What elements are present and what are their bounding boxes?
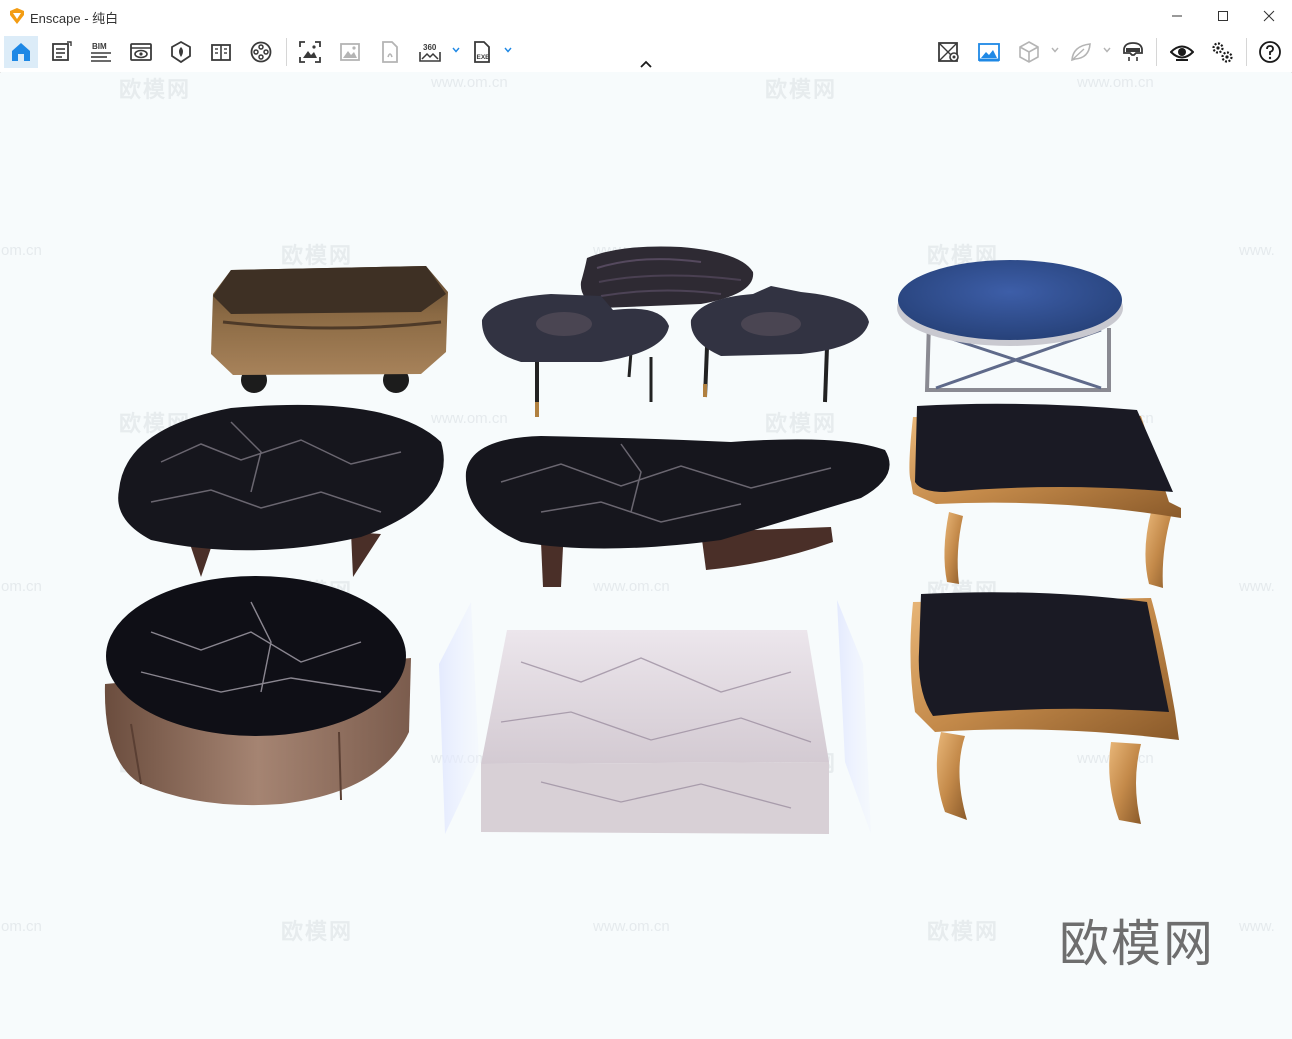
manual-button[interactable] — [204, 36, 238, 68]
eye-icon — [1170, 45, 1194, 61]
panorama-button[interactable]: 360 — [413, 36, 447, 68]
minimize-button[interactable] — [1154, 0, 1200, 32]
landscape-image-icon — [978, 43, 1000, 62]
bim-text: BIM — [92, 42, 107, 51]
collapse-toolbar-icon[interactable] — [638, 58, 654, 70]
home-icon — [12, 43, 30, 61]
image-icon — [340, 43, 360, 61]
help-button[interactable] — [1253, 36, 1287, 68]
help-icon — [1259, 41, 1281, 63]
cube-icon — [1019, 41, 1039, 63]
round-marble-drum-table[interactable] — [104, 576, 412, 806]
black-marble-kidney-table[interactable] — [465, 436, 890, 587]
book-icon — [211, 44, 231, 61]
chevron-down-icon[interactable] — [503, 45, 513, 55]
screenshot-button[interactable] — [293, 36, 327, 68]
file-icon — [382, 41, 398, 63]
chevron-down-icon[interactable] — [451, 45, 461, 55]
materials-button[interactable] — [164, 36, 198, 68]
vr-headset-icon — [1123, 42, 1143, 61]
pano-text: 360 — [423, 43, 437, 52]
maximize-button[interactable] — [1200, 0, 1246, 32]
panorama-360-icon: 360 — [419, 43, 441, 62]
watermark-logo: 欧模网 — [1059, 915, 1215, 973]
nesting-tables-set[interactable] — [481, 246, 869, 417]
light-view-button[interactable] — [1064, 36, 1098, 68]
views-button[interactable] — [124, 36, 158, 68]
toolbar-separator — [286, 38, 287, 66]
video-editor-button[interactable] — [244, 36, 278, 68]
white-marble-glass-table[interactable] — [439, 600, 871, 834]
batch-render-button[interactable] — [333, 36, 367, 68]
home-button[interactable] — [4, 36, 38, 68]
black-marble-oval-table[interactable] — [118, 404, 444, 577]
vr-headset-button[interactable] — [1116, 36, 1150, 68]
live-view-button[interactable] — [1165, 36, 1199, 68]
chevron-down-icon[interactable] — [1102, 45, 1112, 55]
render-viewport[interactable]: 欧模网 www.om.cn 欧模网 www.om.cn om.cn 欧模网 ww… — [1, 72, 1291, 1038]
exe-text: EXE — [477, 54, 491, 61]
chevron-down-icon[interactable] — [1050, 45, 1060, 55]
asset-library-button[interactable] — [44, 36, 78, 68]
app-name: Enscape — [30, 11, 81, 26]
scene-name: 纯白 — [92, 11, 119, 26]
settings-button[interactable] — [1205, 36, 1239, 68]
shield-leaf-icon — [171, 40, 191, 64]
minimize-icon — [1172, 15, 1182, 17]
bim-icon: BIM — [91, 42, 111, 62]
gears-icon — [1212, 42, 1233, 63]
view-mode-button[interactable] — [1012, 36, 1046, 68]
film-reel-icon — [250, 41, 272, 63]
screenshot-icon — [299, 41, 321, 63]
map-pin-icon — [938, 42, 959, 62]
title-bar: Enscape - 纯白 — [0, 0, 1292, 32]
enscape-logo-icon — [10, 8, 24, 24]
window-title: Enscape - 纯白 — [30, 8, 118, 27]
exe-file-icon: EXE — [474, 41, 491, 63]
furniture-scene — [104, 246, 1181, 834]
maximize-icon — [1218, 11, 1228, 21]
eye-window-icon — [130, 43, 152, 61]
blue-round-table[interactable] — [897, 260, 1123, 392]
asset-library-icon — [52, 41, 72, 61]
export-file-button[interactable] — [373, 36, 407, 68]
toolbar-separator — [1156, 38, 1157, 66]
leaf-icon — [1071, 43, 1091, 62]
export-exe-button[interactable]: EXE — [465, 36, 499, 68]
close-icon — [1263, 10, 1275, 22]
bim-button[interactable]: BIM — [84, 36, 118, 68]
title-separator: - — [80, 11, 93, 26]
map-button[interactable] — [932, 36, 966, 68]
gilded-square-table-upper[interactable] — [909, 403, 1181, 588]
gilded-square-table-lower[interactable] — [910, 592, 1179, 824]
background-image-button[interactable] — [972, 36, 1006, 68]
close-button[interactable] — [1246, 0, 1292, 32]
toolbar-separator — [1246, 38, 1247, 66]
leather-ottoman-table[interactable] — [211, 266, 448, 393]
